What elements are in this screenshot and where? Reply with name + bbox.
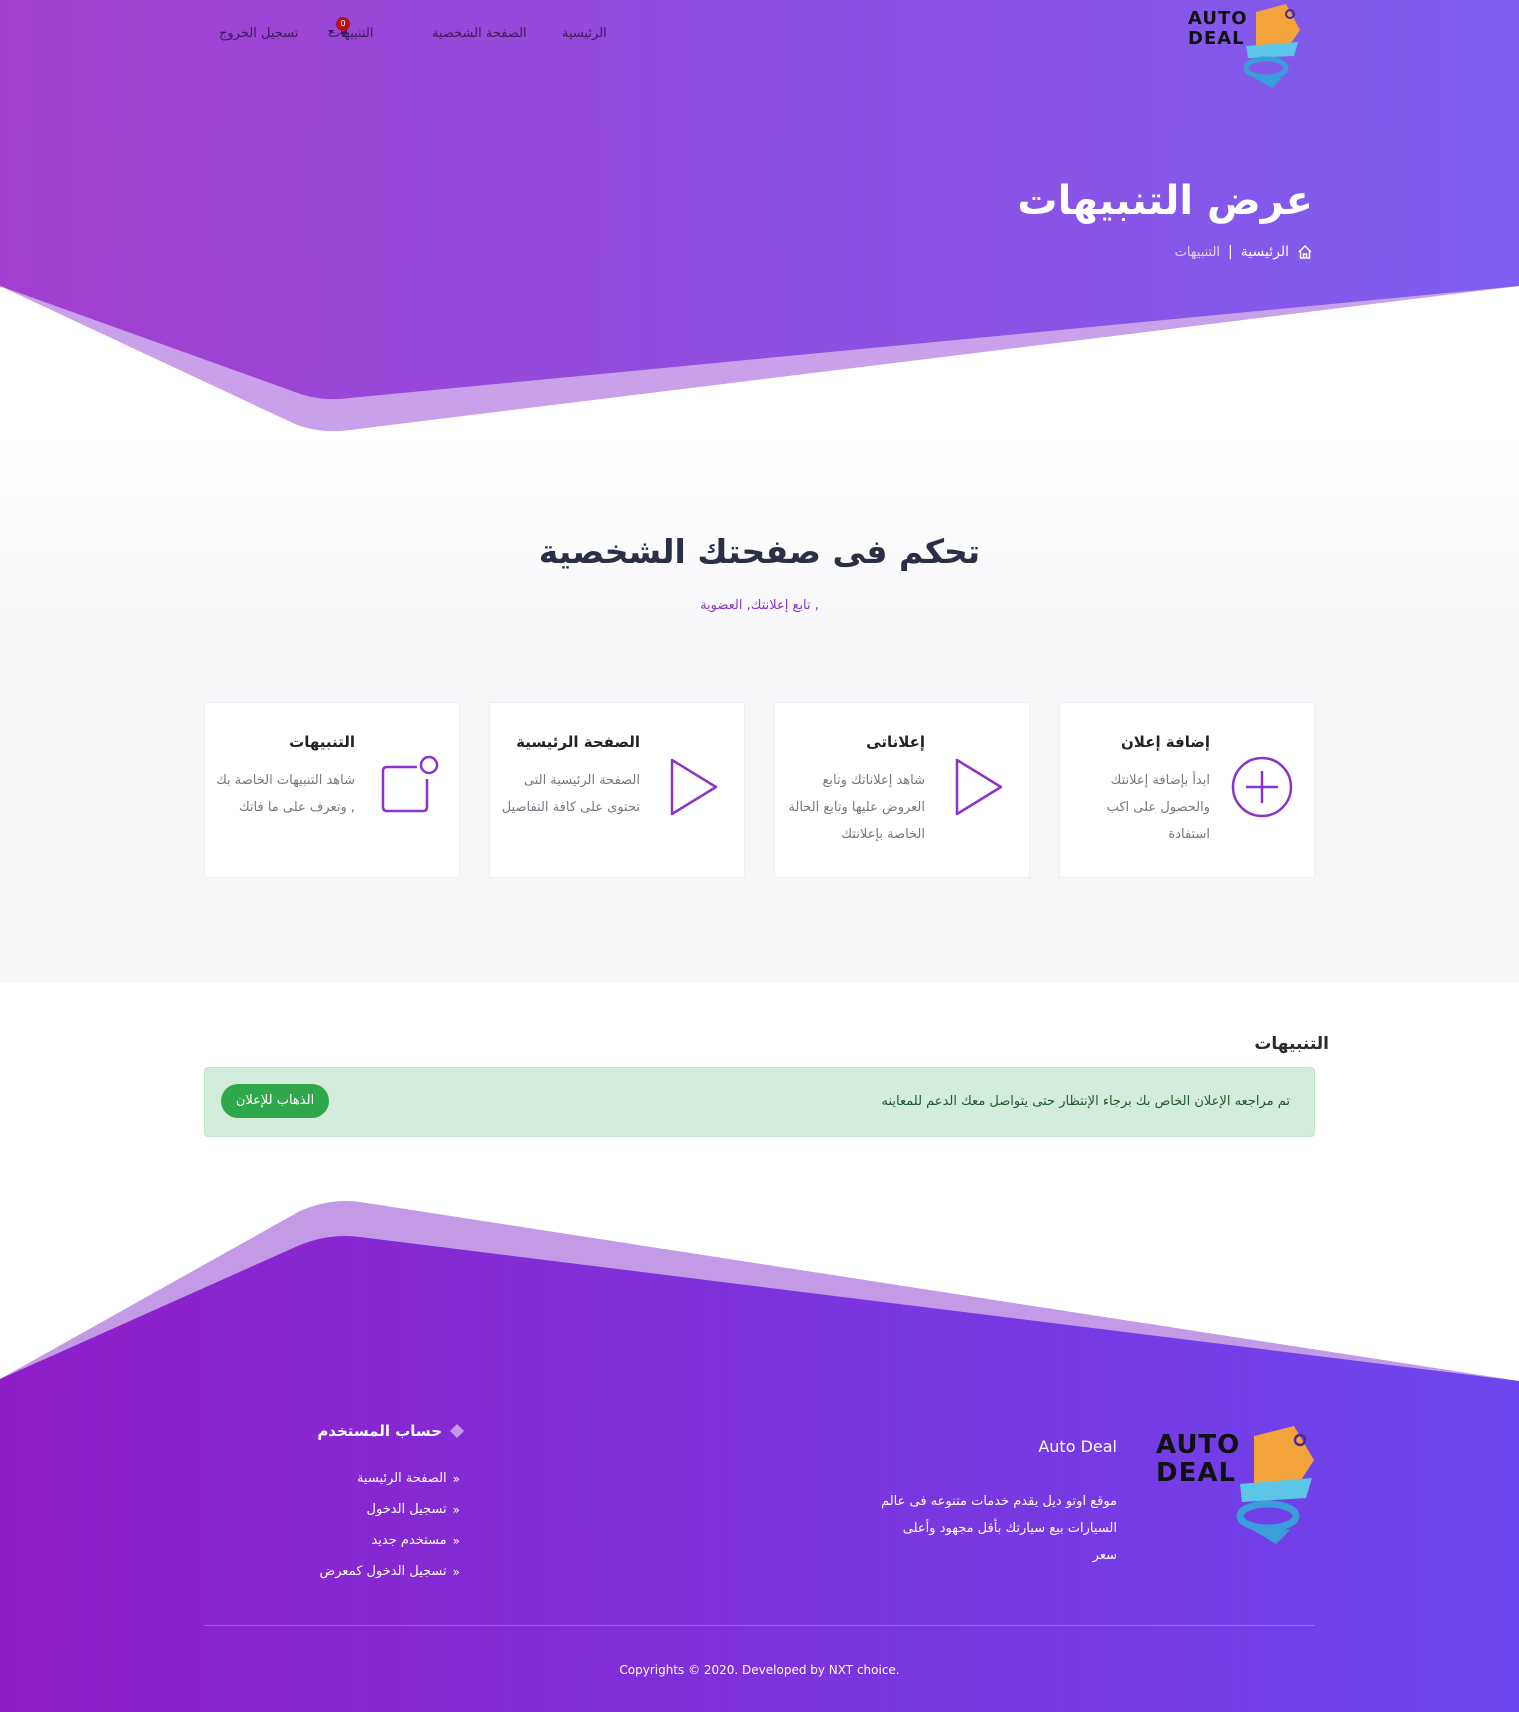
card-title: الصفحة الرئيسية bbox=[516, 733, 640, 751]
double-chevron-icon: « bbox=[452, 1502, 460, 1517]
card-text: شاهد التنبيهات الخاصة بك , وتعرف على ما … bbox=[216, 773, 355, 815]
footer-link-label: تسجيل الدخول bbox=[366, 1502, 447, 1517]
logo-text-auto: AUTO bbox=[1188, 8, 1248, 29]
notification-message: تم مراجعه الإعلان الخاص بك برجاء الإنتظا… bbox=[881, 1094, 1291, 1109]
footer-link-home[interactable]: « الصفحة الرئيسية bbox=[320, 1463, 460, 1494]
play-icon bbox=[955, 758, 1003, 816]
card-title: التنبيهات bbox=[289, 733, 355, 751]
copyright-text: Copyrights © 2020. Developed by NXT choi… bbox=[619, 1663, 900, 1677]
double-chevron-icon: « bbox=[452, 1564, 460, 1579]
card-text: الصفحة الرئيسية التى تحتوى على كافة التف… bbox=[501, 773, 640, 815]
card-title: إعلاناتى bbox=[866, 733, 925, 751]
card-text: ابدأ بإضافة إعلانتك والحصول على اكب استف… bbox=[1106, 773, 1210, 842]
profile-control-section: تحكم فى صفحتك الشخصية , تابع إعلانتك, ال… bbox=[0, 440, 1519, 982]
footer-about-text: موقع اوتو ديل يقدم خدمات متنوعه فى عالم … bbox=[881, 1494, 1117, 1563]
section-subtitle: , تابع إعلانتك, العضوية bbox=[700, 598, 819, 613]
footer-brand-name: Auto Deal bbox=[1038, 1437, 1117, 1456]
breadcrumb-current: التنبيهات bbox=[1174, 244, 1221, 260]
nav-home-link[interactable]: الرئيسية bbox=[562, 26, 607, 41]
notification-count-badge: 0 bbox=[336, 17, 350, 31]
notification-alert: تم مراجعه الإعلان الخاص بك برجاء الإنتظا… bbox=[204, 1067, 1315, 1137]
go-to-ad-button[interactable]: الذهاب للإعلان bbox=[221, 1084, 329, 1118]
breadcrumb-home-link[interactable]: الرئيسية bbox=[1241, 244, 1289, 260]
notification-square-icon bbox=[381, 755, 439, 813]
footer-account-title: حساب المستخدم bbox=[317, 1422, 464, 1440]
card-home-page[interactable]: الصفحة الرئيسية الصفحة الرئيسية التى تحت… bbox=[489, 702, 745, 878]
footer-divider bbox=[204, 1625, 1315, 1626]
logo-text-deal: DEAL bbox=[1156, 1458, 1237, 1488]
card-notifications[interactable]: التنبيهات شاهد التنبيهات الخاصة بك , وتع… bbox=[204, 702, 460, 878]
footer-links-list: « الصفحة الرئيسية « تسجيل الدخول « مستخد… bbox=[320, 1463, 460, 1587]
footer-link-register[interactable]: « مستخدم جديد bbox=[320, 1525, 460, 1556]
plus-circle-icon bbox=[1231, 756, 1293, 818]
footer-logo[interactable]: AUTO DEAL bbox=[1154, 1420, 1316, 1550]
footer-link-dealer-login[interactable]: « تسجيل الدخول كمعرض bbox=[320, 1556, 460, 1587]
footer-link-label: تسجيل الدخول كمعرض bbox=[319, 1564, 447, 1579]
footer-link-label: الصفحة الرئيسية bbox=[356, 1471, 447, 1486]
logo-text-deal: DEAL bbox=[1188, 28, 1245, 49]
footer-link-login[interactable]: « تسجيل الدخول bbox=[320, 1494, 460, 1525]
double-chevron-icon: « bbox=[452, 1533, 460, 1548]
logo-text-auto: AUTO bbox=[1156, 1430, 1241, 1460]
dropdown-caret-icon[interactable] bbox=[328, 30, 334, 34]
diamond-icon bbox=[450, 1424, 464, 1438]
page-title: عرض التنبيهات bbox=[1017, 178, 1313, 224]
nav-notifications-link[interactable]: التنبيهات bbox=[328, 26, 373, 41]
breadcrumb-separator: | bbox=[1228, 244, 1233, 260]
card-title: إضافة إعلان bbox=[1121, 733, 1210, 751]
play-icon bbox=[670, 758, 718, 816]
breadcrumb: الرئيسية | التنبيهات bbox=[1175, 244, 1313, 260]
hero-banner: الرئيسية الصفحة الشخصية التنبيهات تسجيل … bbox=[0, 0, 1519, 440]
site-logo[interactable]: AUTO DEAL bbox=[1186, 0, 1302, 92]
card-text: شاهد إعلاناتك وتابع العروض عليها وتابع ا… bbox=[788, 773, 925, 842]
site-footer: AUTO DEAL Auto Deal موقع اوتو ديل يقدم خ… bbox=[0, 1195, 1519, 1712]
nav-logout-link[interactable]: تسجيل الخروج bbox=[219, 26, 298, 41]
double-chevron-icon: « bbox=[452, 1471, 460, 1486]
notifications-heading: التنبيهات bbox=[1254, 1034, 1329, 1054]
card-my-ads[interactable]: إعلاناتى شاهد إعلاناتك وتابع العروض عليه… bbox=[774, 702, 1030, 878]
footer-link-label: مستخدم جديد bbox=[371, 1533, 447, 1548]
nav-profile-link[interactable]: الصفحة الشخصية bbox=[432, 26, 527, 41]
section-title: تحكم فى صفحتك الشخصية bbox=[538, 532, 981, 571]
card-add-ad[interactable]: إضافة إعلان ابدأ بإضافة إعلانتك والحصول … bbox=[1059, 702, 1315, 878]
home-icon[interactable] bbox=[1297, 244, 1313, 260]
footer-account-title-text: حساب المستخدم bbox=[317, 1422, 442, 1440]
